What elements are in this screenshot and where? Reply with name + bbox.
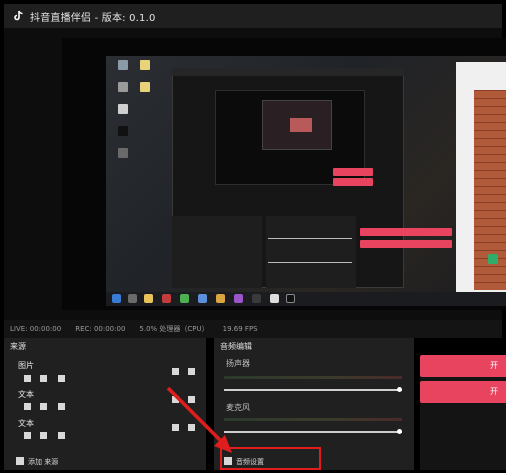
source-toggle-icon[interactable] xyxy=(24,403,31,410)
taskbar-icon xyxy=(252,294,261,303)
taskbar-icon xyxy=(198,294,207,303)
rec-time: REC: 00:00:00 xyxy=(75,325,126,333)
title-bar: 抖音直播伴侣 - 版本: 0.1.0 xyxy=(4,4,502,28)
desktop-icon xyxy=(118,82,128,92)
source-toggle-icon[interactable] xyxy=(188,368,195,375)
add-source-button[interactable]: 添加 来源 xyxy=(28,457,58,467)
nested-sources xyxy=(172,216,262,288)
taskbar-icon xyxy=(234,294,243,303)
source-group-label[interactable]: 文本 xyxy=(18,418,34,429)
source-toggle-icon[interactable] xyxy=(24,432,31,439)
fps-readout: 19.69 FPS xyxy=(222,325,258,333)
nested-slider xyxy=(268,238,352,239)
taskbar-icon xyxy=(128,294,137,303)
source-toggle-icon[interactable] xyxy=(58,375,65,382)
desktop-icon xyxy=(140,60,150,70)
start-record-button[interactable]: 开 xyxy=(420,381,506,403)
nested-start-button xyxy=(333,168,373,176)
desktop-icon xyxy=(118,148,128,158)
cpu-usage: 5.0% 处理器（CPU） xyxy=(139,325,209,333)
source-group-label[interactable]: 图片 xyxy=(18,360,34,371)
nested-slider xyxy=(268,262,352,263)
source-toggle-icon[interactable] xyxy=(24,375,31,382)
nested-mixer xyxy=(266,216,356,288)
start-live-button[interactable]: 开 xyxy=(420,355,506,377)
speaker-label: 扬声器 xyxy=(226,359,250,368)
start-live-label: 开 xyxy=(490,361,498,370)
taskbar-icon xyxy=(112,294,121,303)
speaker-level-meter xyxy=(224,376,402,379)
nested-start-button xyxy=(360,228,452,236)
status-bar: LIVE: 00:00:00 REC: 00:00:00 5.0% 处理器（CP… xyxy=(4,320,502,338)
source-toggle-icon[interactable] xyxy=(40,432,47,439)
nested-window-titlebar xyxy=(172,68,404,76)
mic-volume-slider[interactable] xyxy=(224,431,402,433)
source-toggle-icon[interactable] xyxy=(188,424,195,431)
taskbar-icon xyxy=(144,294,153,303)
nested-start-button xyxy=(333,178,373,186)
add-source-icon[interactable] xyxy=(16,457,24,465)
desktop-icon xyxy=(118,60,128,70)
source-toggle-icon[interactable] xyxy=(188,396,195,403)
live-time: LIVE: 00:00:00 xyxy=(10,325,62,333)
taskbar-icon xyxy=(270,294,279,303)
taskbar-icon xyxy=(162,294,171,303)
window-title: 抖音直播伴侣 - 版本: 0.1.0 xyxy=(30,12,156,24)
source-toggle-icon[interactable] xyxy=(58,403,65,410)
desktop-icon xyxy=(118,126,128,136)
nested-preview-core xyxy=(290,118,312,132)
source-toggle-icon[interactable] xyxy=(40,403,47,410)
highlight-box xyxy=(220,447,321,470)
mixer-header: 音频编辑 xyxy=(220,342,252,351)
mic-level-meter xyxy=(224,418,402,421)
source-toggle-icon[interactable] xyxy=(40,375,47,382)
mic-volume-knob[interactable] xyxy=(397,429,402,434)
app-frame: 抖音直播伴侣 - 版本: 0.1.0 LIVE: 00:00:00 REC: 0… xyxy=(0,0,506,473)
mic-label: 麦克风 xyxy=(226,403,250,412)
source-group-label[interactable]: 文本 xyxy=(18,389,34,400)
nested-start-button xyxy=(360,240,452,248)
desktop-icon xyxy=(118,104,128,114)
source-toggle-icon[interactable] xyxy=(172,396,179,403)
start-record-label: 开 xyxy=(490,387,498,396)
taskbar-icon xyxy=(180,294,189,303)
speaker-volume-knob[interactable] xyxy=(397,387,402,392)
sources-header: 来源 xyxy=(10,342,26,351)
green-icon xyxy=(488,254,498,264)
taskbar-icon xyxy=(286,294,295,303)
sources-panel: 来源 xyxy=(4,338,206,470)
speaker-volume-slider[interactable] xyxy=(224,389,402,391)
source-toggle-icon[interactable] xyxy=(172,424,179,431)
tiktok-icon xyxy=(14,10,23,21)
taskbar-icon xyxy=(216,294,225,303)
source-toggle-icon[interactable] xyxy=(58,432,65,439)
source-toggle-icon[interactable] xyxy=(172,368,179,375)
desktop-icon xyxy=(140,82,150,92)
